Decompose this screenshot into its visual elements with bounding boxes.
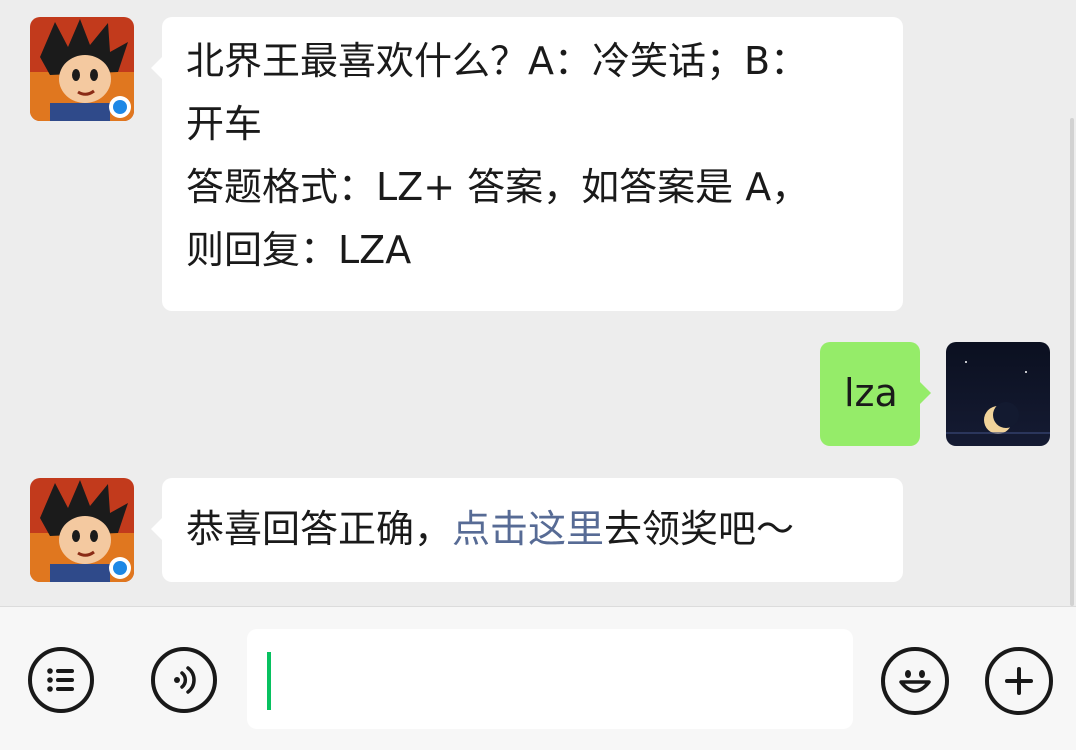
chat-message-area[interactable]: 北界王最喜欢什么？A：冷笑话；B： 开车 答题格式：LZ+ 答案，如答案是 A，… [0,0,1076,606]
message-text: lza [844,371,898,415]
plus-icon [1005,667,1033,695]
menu-button[interactable] [28,647,94,713]
list-menu-icon [47,668,74,692]
moon-night-avatar-icon [946,342,1050,446]
message-input[interactable] [247,629,853,729]
sender-avatar[interactable] [30,478,134,582]
game-character-avatar-icon [30,17,134,121]
text-caret [267,652,271,710]
incoming-message-bubble[interactable]: 恭喜回答正确，点击这里去领奖吧～ [151,478,903,582]
scrollbar[interactable] [1070,118,1074,606]
game-character-avatar-icon [30,478,134,582]
message-line: 答题格式：LZ+ 答案，如答案是 A， [186,165,810,209]
message-line: 北界王最喜欢什么？A：冷笑话；B： [186,39,809,83]
voice-icon [174,666,196,694]
add-more-button[interactable] [985,647,1053,715]
my-avatar[interactable] [946,342,1050,446]
message-text: 去领奖吧～ [604,507,795,551]
message-input-bar [0,606,1076,750]
incoming-message-bubble[interactable]: 北界王最喜欢什么？A：冷笑话；B： 开车 答题格式：LZ+ 答案，如答案是 A，… [151,17,903,311]
message-line: 则回复：LZA [186,228,412,272]
voice-button[interactable] [151,647,217,713]
message-line: 开车 [186,102,263,146]
outgoing-message-bubble[interactable]: lza [820,342,931,446]
message-text: 恭喜回答正确， [186,507,453,551]
sender-avatar[interactable] [30,17,134,121]
emoji-button[interactable] [881,647,949,715]
claim-reward-link[interactable]: 点击这里 [452,507,604,551]
emoji-icon [899,670,931,693]
